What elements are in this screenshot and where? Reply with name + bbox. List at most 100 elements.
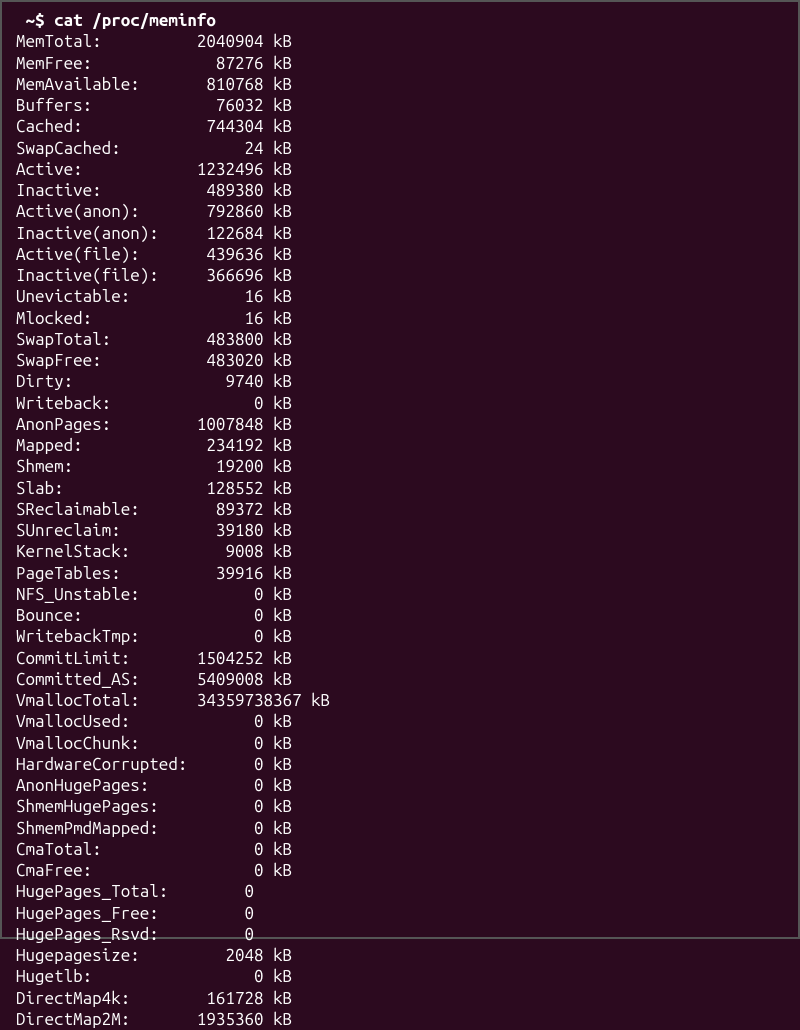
meminfo-value: 0 (187, 903, 254, 924)
meminfo-key: CommitLimit: (16, 648, 187, 669)
meminfo-key: Bounce: (16, 605, 187, 626)
terminal-window[interactable]: ~$ cat /proc/meminfo MemTotal: 2040904 k… (0, 0, 800, 939)
meminfo-key: Active: (16, 159, 187, 180)
meminfo-row: Inactive: 489380 kB (16, 180, 784, 201)
meminfo-unit: kB (264, 159, 293, 180)
meminfo-key: Slab: (16, 478, 187, 499)
meminfo-unit: kB (264, 244, 293, 265)
meminfo-key: VmallocUsed: (16, 711, 187, 732)
meminfo-key: HugePages_Total: (16, 881, 187, 902)
meminfo-value: 89372 (187, 499, 263, 520)
meminfo-value: 483800 (187, 329, 263, 350)
meminfo-row: ShmemPmdMapped: 0 kB (16, 818, 784, 839)
meminfo-key: MemTotal: (16, 31, 187, 52)
meminfo-unit: kB (264, 286, 293, 307)
meminfo-unit: kB (264, 818, 293, 839)
meminfo-value: 366696 (187, 265, 263, 286)
meminfo-key: Active(file): (16, 244, 187, 265)
meminfo-row: PageTables: 39916 kB (16, 563, 784, 584)
meminfo-key: ShmemPmdMapped: (16, 818, 187, 839)
meminfo-value: 0 (187, 775, 263, 796)
meminfo-value: 16 (187, 286, 263, 307)
meminfo-value: 234192 (187, 435, 263, 456)
meminfo-unit: kB (264, 648, 293, 669)
meminfo-unit: kB (264, 541, 293, 562)
meminfo-row: CmaTotal: 0 kB (16, 839, 784, 860)
meminfo-row: Shmem: 19200 kB (16, 456, 784, 477)
meminfo-key: Unevictable: (16, 286, 187, 307)
meminfo-row: KernelStack: 9008 kB (16, 541, 784, 562)
meminfo-unit: kB (264, 414, 293, 435)
meminfo-unit: kB (264, 499, 293, 520)
meminfo-key: HardwareCorrupted: (16, 754, 187, 775)
meminfo-unit: kB (264, 478, 293, 499)
meminfo-value: 810768 (187, 74, 263, 95)
meminfo-row: SUnreclaim: 39180 kB (16, 520, 784, 541)
meminfo-value: 34359738367 (187, 690, 301, 711)
meminfo-key: Mapped: (16, 435, 187, 456)
meminfo-unit: kB (264, 945, 293, 966)
meminfo-value: 9740 (187, 371, 263, 392)
meminfo-value: 122684 (187, 223, 263, 244)
meminfo-row: HugePages_Rsvd: 0 (16, 924, 784, 945)
meminfo-value: 0 (187, 711, 263, 732)
meminfo-row: Cached: 744304 kB (16, 116, 784, 137)
meminfo-value: 76032 (187, 95, 263, 116)
meminfo-unit: kB (264, 775, 293, 796)
meminfo-key: Hugetlb: (16, 966, 187, 987)
meminfo-key: HugePages_Rsvd: (16, 924, 187, 945)
meminfo-unit: kB (264, 435, 293, 456)
meminfo-value: 2048 (187, 945, 263, 966)
meminfo-row: NFS_Unstable: 0 kB (16, 584, 784, 605)
meminfo-row: Mapped: 234192 kB (16, 435, 784, 456)
meminfo-row: Slab: 128552 kB (16, 478, 784, 499)
meminfo-row: CmaFree: 0 kB (16, 860, 784, 881)
meminfo-row: ShmemHugePages: 0 kB (16, 796, 784, 817)
meminfo-value: 39180 (187, 520, 263, 541)
meminfo-value: 483020 (187, 350, 263, 371)
meminfo-row: VmallocTotal: 34359738367 kB (16, 690, 784, 711)
meminfo-unit: kB (264, 605, 293, 626)
meminfo-key: Inactive: (16, 180, 187, 201)
meminfo-unit: kB (302, 690, 331, 711)
meminfo-key: SwapCached: (16, 138, 187, 159)
meminfo-value: 1007848 (187, 414, 263, 435)
meminfo-unit: kB (264, 1009, 293, 1030)
meminfo-value: 0 (187, 839, 263, 860)
meminfo-row: Hugepagesize: 2048 kB (16, 945, 784, 966)
meminfo-row: Buffers: 76032 kB (16, 95, 784, 116)
meminfo-unit: kB (264, 350, 293, 371)
meminfo-row: Committed_AS: 5409008 kB (16, 669, 784, 690)
meminfo-value: 24 (187, 138, 263, 159)
meminfo-unit: kB (264, 138, 293, 159)
meminfo-key: Committed_AS: (16, 669, 187, 690)
meminfo-key: Hugepagesize: (16, 945, 187, 966)
meminfo-key: CmaFree: (16, 860, 187, 881)
shell-command: cat /proc/meminfo (54, 11, 216, 30)
meminfo-key: MemAvailable: (16, 74, 187, 95)
meminfo-key: SwapFree: (16, 350, 187, 371)
meminfo-row: SReclaimable: 89372 kB (16, 499, 784, 520)
meminfo-value: 1232496 (187, 159, 263, 180)
meminfo-row: DirectMap2M: 1935360 kB (16, 1009, 784, 1030)
meminfo-key: Inactive(anon): (16, 223, 187, 244)
meminfo-value: 161728 (187, 988, 263, 1009)
meminfo-key: KernelStack: (16, 541, 187, 562)
meminfo-value: 0 (187, 626, 263, 647)
meminfo-value: 439636 (187, 244, 263, 265)
meminfo-row: Hugetlb: 0 kB (16, 966, 784, 987)
meminfo-key: AnonPages: (16, 414, 187, 435)
meminfo-value: 0 (187, 966, 263, 987)
meminfo-key: VmallocChunk: (16, 733, 187, 754)
meminfo-unit: kB (264, 74, 293, 95)
meminfo-key: MemFree: (16, 53, 187, 74)
meminfo-key: ShmemHugePages: (16, 796, 187, 817)
meminfo-unit: kB (264, 966, 293, 987)
meminfo-unit: kB (264, 669, 293, 690)
meminfo-row: WritebackTmp: 0 kB (16, 626, 784, 647)
meminfo-value: 16 (187, 308, 263, 329)
meminfo-key: Dirty: (16, 371, 187, 392)
meminfo-row: Dirty: 9740 kB (16, 371, 784, 392)
meminfo-row: Inactive(file): 366696 kB (16, 265, 784, 286)
meminfo-row: DirectMap4k: 161728 kB (16, 988, 784, 1009)
